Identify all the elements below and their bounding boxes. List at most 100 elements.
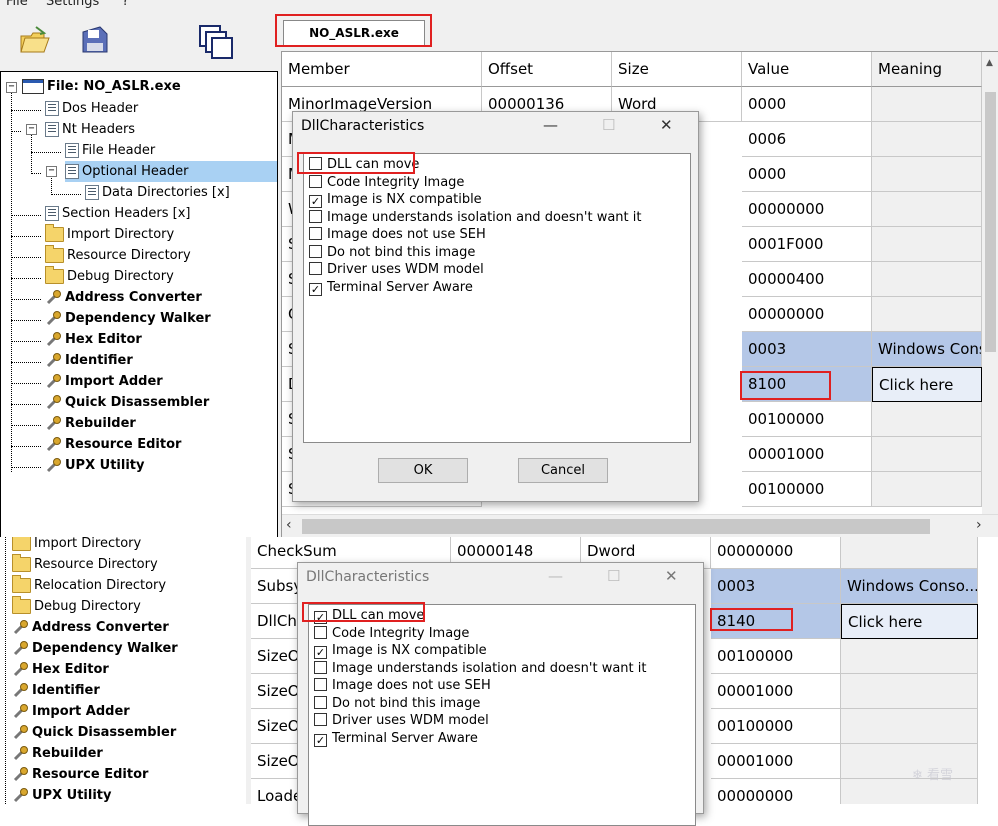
checkbox[interactable] bbox=[309, 262, 322, 275]
checkbox-checked[interactable]: ✓ bbox=[314, 734, 327, 747]
tree-item-file-header[interactable]: File Header bbox=[65, 140, 155, 161]
tree-item-address-converter[interactable]: Address Converter bbox=[45, 287, 202, 308]
tree-item-section-headers[interactable]: Section Headers [x] bbox=[45, 203, 191, 224]
cascade-windows-icon[interactable] bbox=[198, 24, 233, 59]
menu-settings[interactable]: Settings bbox=[46, 0, 99, 9]
scroll-left-icon[interactable]: ‹ bbox=[286, 517, 292, 533]
tree-item-relocation-directory[interactable]: Relocation Directory bbox=[12, 575, 166, 596]
tree-item-hex-editor[interactable]: Hex Editor bbox=[45, 329, 142, 350]
close-icon[interactable]: ✕ bbox=[665, 567, 678, 585]
menu-help[interactable]: ? bbox=[122, 0, 129, 9]
tree-collapse-optional-header[interactable]: − bbox=[46, 166, 57, 177]
tree-item-address-converter[interactable]: Address Converter bbox=[12, 617, 169, 638]
checkbox-checked[interactable]: ✓ bbox=[309, 195, 322, 208]
cell-value-dllcharacteristics[interactable]: 8100 bbox=[742, 367, 872, 402]
cell-value[interactable]: 0006 bbox=[742, 122, 872, 157]
tree-item-data-directories[interactable]: Data Directories [x] bbox=[85, 182, 230, 203]
cell-value[interactable]: 00000000 bbox=[742, 297, 872, 332]
column-header-offset[interactable]: Offset bbox=[482, 52, 612, 87]
column-header-meaning[interactable]: Meaning bbox=[872, 52, 982, 87]
cell-value[interactable]: 00000000 bbox=[711, 537, 841, 569]
tree-item-quick-disassembler[interactable]: Quick Disassembler bbox=[45, 392, 209, 413]
vertical-scroll-thumb[interactable] bbox=[985, 92, 996, 352]
option-wdm-driver[interactable]: Driver uses WDM model bbox=[309, 261, 484, 278]
ok-button[interactable]: OK bbox=[378, 458, 468, 483]
horizontal-scrollbar[interactable]: ‹ › bbox=[282, 514, 998, 538]
tree-collapse-nt-headers[interactable]: − bbox=[26, 124, 37, 135]
tree-item-import-adder[interactable]: Import Adder bbox=[45, 371, 163, 392]
cell-value[interactable]: 00001000 bbox=[742, 437, 872, 472]
option-dll-can-move[interactable]: DLL can move bbox=[309, 156, 419, 173]
checkbox[interactable] bbox=[314, 678, 327, 691]
vertical-scrollbar[interactable]: ▲ bbox=[982, 52, 998, 514]
tree-item-resource-editor[interactable]: Resource Editor bbox=[12, 764, 148, 785]
tree-item-debug-directory[interactable]: Debug Directory bbox=[45, 266, 174, 287]
tree-item-dependency-walker[interactable]: Dependency Walker bbox=[45, 308, 211, 329]
column-header-member[interactable]: Member bbox=[282, 52, 482, 87]
cell-value[interactable]: 00100000 bbox=[742, 402, 872, 437]
click-here-link[interactable]: Click here bbox=[872, 367, 982, 402]
cell-value[interactable]: 0003 bbox=[711, 569, 841, 604]
cell-value[interactable]: 0001F000 bbox=[742, 227, 872, 262]
option-no-bind[interactable]: Do not bind this image bbox=[314, 695, 480, 712]
checkbox[interactable] bbox=[314, 661, 327, 674]
tree-item-nt-headers[interactable]: Nt Headers bbox=[45, 119, 135, 140]
option-no-bind[interactable]: Do not bind this image bbox=[309, 244, 475, 261]
scroll-up-icon[interactable]: ▲ bbox=[986, 58, 993, 68]
minimize-icon[interactable]: — bbox=[548, 567, 563, 585]
menu-file[interactable]: File bbox=[6, 0, 28, 9]
close-icon[interactable]: ✕ bbox=[660, 116, 673, 134]
checkbox[interactable] bbox=[314, 696, 327, 709]
tree-item-rebuilder[interactable]: Rebuilder bbox=[12, 743, 103, 764]
tree-item-resource-editor[interactable]: Resource Editor bbox=[45, 434, 181, 455]
minimize-icon[interactable]: — bbox=[543, 116, 558, 134]
scroll-right-icon[interactable]: › bbox=[976, 517, 982, 533]
column-header-value[interactable]: Value bbox=[742, 52, 872, 87]
cell-value[interactable]: 00100000 bbox=[711, 639, 841, 674]
tree-item-import-directory[interactable]: Import Directory bbox=[45, 224, 174, 245]
option-no-seh[interactable]: Image does not use SEH bbox=[314, 677, 491, 694]
checkbox-checked[interactable]: ✓ bbox=[314, 646, 327, 659]
option-no-isolation[interactable]: Image understands isolation and doesn't … bbox=[314, 660, 647, 677]
tree-item-import-directory[interactable]: Import Directory bbox=[12, 537, 141, 554]
tree-item-dependency-walker[interactable]: Dependency Walker bbox=[12, 638, 178, 659]
cell-value[interactable]: 00001000 bbox=[711, 744, 841, 779]
option-dll-can-move[interactable]: ✓ DLL can move bbox=[314, 607, 424, 624]
tree-item-dos-header[interactable]: Dos Header bbox=[45, 98, 138, 119]
tree-item-identifier[interactable]: Identifier bbox=[45, 350, 133, 371]
option-code-integrity[interactable]: Code Integrity Image bbox=[309, 174, 464, 191]
tree-item-quick-disassembler[interactable]: Quick Disassembler bbox=[12, 722, 176, 743]
checkbox[interactable] bbox=[309, 157, 322, 170]
checkbox[interactable] bbox=[309, 210, 322, 223]
cell-value[interactable]: 0003 bbox=[742, 332, 872, 367]
cell-value[interactable]: 0000 bbox=[742, 157, 872, 192]
tree-collapse-root[interactable]: − bbox=[6, 82, 17, 93]
tree-item-rebuilder[interactable]: Rebuilder bbox=[45, 413, 136, 434]
column-header-size[interactable]: Size bbox=[612, 52, 742, 87]
checkbox[interactable] bbox=[314, 713, 327, 726]
checkbox-checked[interactable]: ✓ bbox=[309, 283, 322, 296]
checkbox[interactable] bbox=[309, 175, 322, 188]
option-wdm-driver[interactable]: Driver uses WDM model bbox=[314, 712, 489, 729]
tree-item-optional-header[interactable]: Optional Header bbox=[65, 161, 277, 182]
cell-value[interactable]: 00000000 bbox=[711, 779, 841, 804]
option-terminal-server-aware[interactable]: ✓ Terminal Server Aware bbox=[314, 730, 478, 747]
option-code-integrity[interactable]: Code Integrity Image bbox=[314, 625, 469, 642]
save-disk-icon[interactable] bbox=[78, 24, 110, 56]
checkbox[interactable] bbox=[314, 626, 327, 639]
checkbox[interactable] bbox=[309, 245, 322, 258]
tree-item-hex-editor[interactable]: Hex Editor bbox=[12, 659, 109, 680]
cancel-button[interactable]: Cancel bbox=[518, 458, 608, 483]
tree-item-upx-utility[interactable]: UPX Utility bbox=[12, 785, 111, 804]
tree-item-upx-utility[interactable]: UPX Utility bbox=[45, 455, 144, 476]
cell-value[interactable]: 00100000 bbox=[742, 472, 872, 507]
tree-item-resource-directory[interactable]: Resource Directory bbox=[12, 554, 158, 575]
option-terminal-server-aware[interactable]: ✓ Terminal Server Aware bbox=[309, 279, 473, 296]
tree-item-import-adder[interactable]: Import Adder bbox=[12, 701, 130, 722]
option-no-isolation[interactable]: Image understands isolation and doesn't … bbox=[309, 209, 642, 226]
checkbox[interactable] bbox=[309, 227, 322, 240]
tree-item-debug-directory[interactable]: Debug Directory bbox=[12, 596, 141, 617]
option-no-seh[interactable]: Image does not use SEH bbox=[309, 226, 486, 243]
click-here-link[interactable]: Click here bbox=[841, 604, 978, 639]
cell-value[interactable]: 0000 bbox=[742, 87, 872, 122]
